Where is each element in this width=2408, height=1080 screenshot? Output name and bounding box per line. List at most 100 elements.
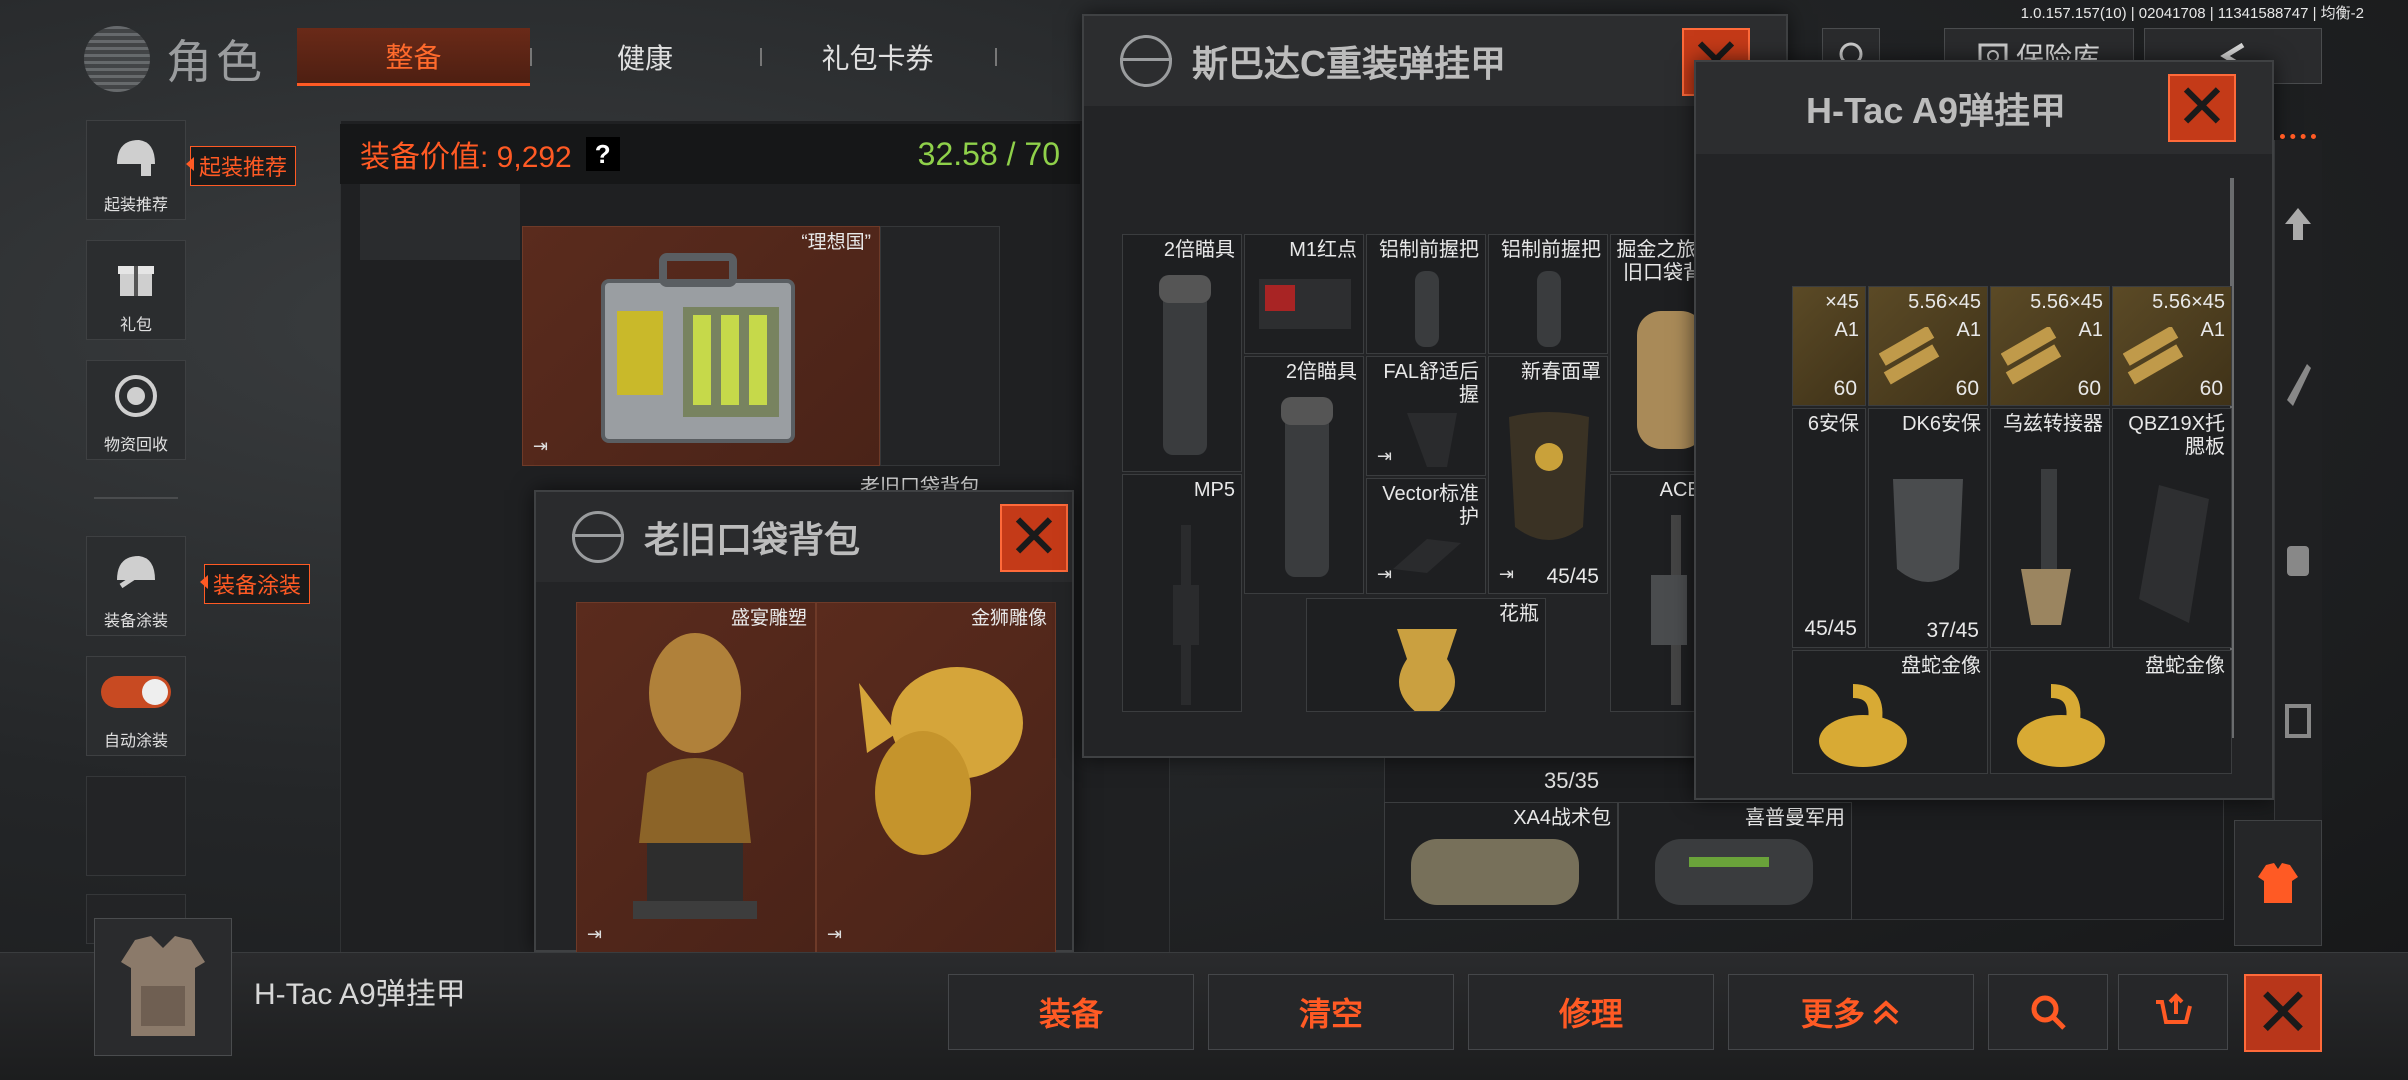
auto-skin-toggle[interactable] bbox=[101, 676, 171, 708]
helmet-paint-icon bbox=[117, 556, 155, 589]
page-title: 角色 bbox=[84, 26, 266, 92]
grid-indicator-icon bbox=[2280, 134, 2316, 156]
bullet-image bbox=[1879, 327, 1940, 385]
globe-icon bbox=[1120, 35, 1172, 87]
durability-count: 45/45 bbox=[1546, 565, 1599, 588]
item-name: Vector标准护 bbox=[1382, 483, 1479, 528]
red-dot-image bbox=[1259, 279, 1351, 329]
item-name: 盘蛇金像 bbox=[2145, 655, 2225, 677]
backpack-thumbnail[interactable] bbox=[360, 180, 520, 260]
item-sub: A1 bbox=[1834, 319, 1859, 341]
ammo-slot[interactable]: ×45 A1 60 bbox=[1792, 286, 1866, 406]
pouch-image bbox=[1411, 839, 1579, 905]
transfer-button[interactable] bbox=[2118, 974, 2228, 1050]
item-name: 盘蛇金像 bbox=[1901, 655, 1981, 677]
item-name: ×45 bbox=[1825, 291, 1859, 313]
backpack-slot-icon[interactable] bbox=[2283, 540, 2313, 580]
item-slot[interactable]: FAL舒适后握 ⇥ bbox=[1366, 356, 1486, 476]
recycle-icon bbox=[115, 375, 157, 417]
empty-slot bbox=[880, 226, 1000, 466]
item-slot[interactable]: 铝制前握把 bbox=[1366, 234, 1486, 354]
item-slot[interactable]: DK6安保 37/45 bbox=[1868, 408, 1988, 648]
item-slot[interactable]: 2倍瞄具 bbox=[1122, 234, 1242, 472]
move-out-icon: ⇥ bbox=[587, 924, 603, 944]
duffel-bag-image bbox=[1655, 839, 1813, 905]
item-slot[interactable]: XA4战术包 bbox=[1384, 802, 1618, 920]
sidebar-item-equipment-skin[interactable]: 装备涂装 bbox=[86, 536, 186, 636]
sidebar-item-auto-skin[interactable]: 自动涂装 bbox=[86, 656, 186, 756]
equipment-value-bar: 装备价值: 9,292 ? 32.58 / 70 bbox=[340, 124, 1080, 184]
item-slot-box[interactable]: “理想国” ⇥ bbox=[522, 226, 880, 466]
upload-arrow-icon[interactable] bbox=[2283, 204, 2313, 244]
item-slot[interactable]: 盘蛇金像 bbox=[1792, 650, 1988, 774]
tab-gift-cards[interactable]: 礼包卡券 bbox=[760, 28, 995, 86]
sidebar-item-starter-recommend[interactable]: 起装推荐 bbox=[86, 120, 186, 220]
ammo-count: 60 bbox=[2199, 377, 2223, 400]
item-name: MP5 bbox=[1193, 479, 1235, 501]
clear-button[interactable]: 清空 bbox=[1208, 974, 1454, 1050]
item-name: 6安保 bbox=[1807, 413, 1859, 435]
item-slot[interactable]: 6安保 45/45 bbox=[1792, 408, 1866, 648]
ammo-slot[interactable]: 5.56×45 A1 60 bbox=[1868, 286, 1988, 406]
snake-statue-image bbox=[1819, 684, 1907, 767]
armor-loadout-button[interactable] bbox=[2234, 820, 2322, 946]
item-slot[interactable]: 新春面罩 ⇥ 45/45 bbox=[1488, 356, 1608, 594]
item-name: 5.56×45 bbox=[2030, 291, 2103, 313]
item-slot[interactable]: 花瓶 bbox=[1306, 598, 1546, 712]
more-button[interactable]: 更多 bbox=[1728, 974, 1974, 1050]
globe-icon bbox=[572, 511, 624, 563]
mask-image bbox=[1509, 412, 1589, 540]
search-button[interactable] bbox=[1988, 974, 2108, 1050]
case-slot-icon[interactable] bbox=[2283, 700, 2313, 740]
search-icon bbox=[2031, 995, 2066, 1030]
bust-statue-image bbox=[633, 633, 757, 919]
version-text: 1.0.157.157(10) | 02041708 | 11341588747… bbox=[2020, 5, 2364, 22]
item-name: 铝制前握把 bbox=[1501, 239, 1601, 261]
item-sub: A1 bbox=[2078, 319, 2103, 341]
item-name: 2倍瞄具 bbox=[1285, 361, 1357, 383]
sidebar-item-gift[interactable]: 礼包 bbox=[86, 240, 186, 340]
item-slot[interactable]: Vector标准护 ⇥ bbox=[1366, 478, 1486, 594]
item-name: 5.56×45 bbox=[2152, 291, 2225, 313]
equip-button[interactable]: 装备 bbox=[948, 974, 1194, 1050]
item-slot[interactable]: 金狮雕像 ⇥ bbox=[816, 602, 1056, 954]
move-out-icon: ⇥ bbox=[827, 924, 843, 944]
help-icon[interactable]: ? bbox=[585, 137, 620, 171]
item-slot[interactable]: MP5 bbox=[1122, 474, 1242, 712]
window-title: 老旧口袋背包 bbox=[644, 519, 861, 560]
armor-window-sparta: 斯巴达C重装弹挂甲 ✕ 2倍瞄具 M1红点 铝制前握把 铝制前握把 掘金之旅·老… bbox=[1082, 14, 1788, 758]
tab-loadout[interactable]: 整备 bbox=[297, 28, 530, 86]
close-button[interactable]: ✕ bbox=[2244, 974, 2322, 1052]
repair-button[interactable]: 修理 bbox=[1468, 974, 1714, 1050]
equipment-value: 装备价值: 9,292 bbox=[360, 141, 572, 174]
window-title: H-Tac A9弹挂甲 bbox=[1806, 90, 2067, 131]
tab-health[interactable]: 健康 bbox=[530, 28, 760, 86]
stock-adapter-image bbox=[1393, 539, 1461, 573]
ammo-slot[interactable]: 5.56×45 A1 60 bbox=[2112, 286, 2232, 406]
pistol-grip-image bbox=[1407, 413, 1457, 467]
item-slot[interactable]: 喜普曼军用 bbox=[1618, 802, 1852, 920]
weight-readout: 32.58 / 70 bbox=[917, 135, 1060, 172]
window-title: 斯巴达C重装弹挂甲 bbox=[1192, 43, 1506, 84]
weapon-slot-icon[interactable] bbox=[2283, 360, 2313, 410]
close-button[interactable]: ✕ bbox=[2168, 74, 2236, 142]
item-slot[interactable]: 盘蛇金像 bbox=[1990, 650, 2232, 774]
close-button[interactable]: ✕ bbox=[1000, 504, 1068, 572]
vase-image bbox=[1397, 629, 1457, 711]
selected-item-thumbnail[interactable] bbox=[94, 918, 232, 1056]
move-out-icon: ⇥ bbox=[1377, 446, 1393, 466]
gift-icon bbox=[118, 266, 154, 296]
durability-count: 45/45 bbox=[1804, 617, 1857, 640]
move-out-icon: ⇥ bbox=[533, 436, 549, 456]
item-slot[interactable]: 盛宴雕塑 ⇥ bbox=[576, 602, 816, 954]
item-slot[interactable]: 乌兹转接器 bbox=[1990, 408, 2110, 648]
empty-slot bbox=[86, 776, 186, 876]
sidebar-item-recycle[interactable]: 物资回收 bbox=[86, 360, 186, 460]
item-slot[interactable]: 2倍瞄具 bbox=[1244, 356, 1364, 594]
item-slot[interactable]: QBZ19X托腮板 bbox=[2112, 408, 2232, 648]
item-slot[interactable]: 铝制前握把 bbox=[1488, 234, 1608, 354]
item-slot[interactable]: M1红点 bbox=[1244, 234, 1364, 354]
item-name: “理想国” bbox=[801, 232, 871, 253]
helmet-icon bbox=[117, 140, 155, 176]
ammo-slot[interactable]: 5.56×45 A1 60 bbox=[1990, 286, 2110, 406]
